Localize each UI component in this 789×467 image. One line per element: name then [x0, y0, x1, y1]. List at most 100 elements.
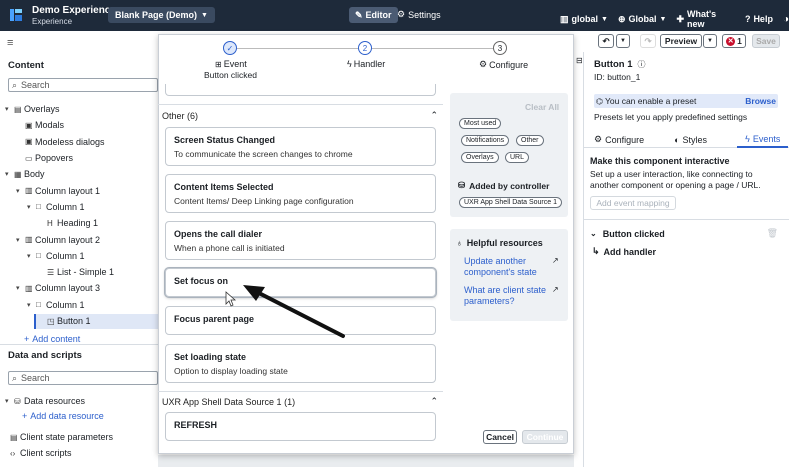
gear-icon: ⚙: [397, 9, 406, 19]
step-3-label: Configure: [489, 59, 529, 70]
tree-item[interactable]: ▣ Modeless dialogs: [5, 134, 160, 150]
group-other-header[interactable]: Other (6) ⌃: [162, 110, 438, 121]
canvas-area: [158, 455, 574, 467]
caret-down-icon[interactable]: ▾: [27, 252, 36, 260]
tree-item[interactable]: ◳ Button 1: [5, 313, 160, 329]
app-title: Demo Experience: [32, 5, 116, 16]
theme-toggle-icon[interactable]: ◑: [783, 14, 789, 25]
event-card[interactable]: Opens the call dialer When a phone call …: [165, 221, 436, 260]
modal-divider: [158, 391, 443, 392]
data-resources-item[interactable]: ▾ ⛁ Data resources: [5, 393, 85, 409]
tree-item[interactable]: ☰ List - Simple 1: [5, 264, 160, 280]
tree-item[interactable]: ▾ ▦ Body: [5, 166, 160, 182]
editor-tab[interactable]: ✎ Editor: [349, 7, 398, 23]
add-handler-label: Add handler: [603, 246, 657, 257]
lightbulb-icon: ♁: [456, 238, 463, 248]
preview-menu-button[interactable]: ▼: [703, 34, 717, 48]
group-uxr-header[interactable]: UXR App Shell Data Source 1 (1) ⌃: [162, 396, 438, 407]
tree-item[interactable]: ▾ □ Column 1: [5, 199, 160, 215]
filter-chip[interactable]: Other: [516, 135, 544, 146]
tab-configure[interactable]: ⚙ Configure: [594, 133, 644, 147]
gear-icon: ⚙: [479, 59, 488, 69]
tree-item[interactable]: ▾ ▥ Column layout 2: [5, 231, 160, 247]
caret-down-icon[interactable]: ▾: [16, 187, 25, 195]
scope-selector[interactable]: ▥ global ▼: [560, 14, 608, 25]
tree-item[interactable]: H Heading 1: [5, 215, 160, 231]
code-icon: ‹›: [10, 448, 16, 458]
event-card[interactable]: Screen Status Changed To communicate the…: [165, 127, 436, 166]
tree-item[interactable]: ▾ □ Column 1: [5, 248, 160, 264]
help-link[interactable]: ? Help: [745, 14, 773, 24]
tree-item-label: Modals: [35, 120, 65, 131]
controller-chip[interactable]: UXR App Shell Data Source 1: [459, 197, 562, 208]
step-3-label-row: ⚙ Configure: [479, 59, 528, 70]
step-3-circle[interactable]: 3: [493, 41, 507, 55]
add-content-link[interactable]: + Add content: [24, 334, 80, 344]
caret-down-icon[interactable]: ▾: [27, 301, 36, 309]
caret-down-icon[interactable]: ▾: [16, 284, 25, 292]
cancel-button[interactable]: Cancel: [483, 430, 517, 444]
add-event-mapping-button[interactable]: Add event mapping: [590, 196, 676, 210]
step-1-label-row: ⊞ Event: [215, 59, 247, 69]
tree-item[interactable]: ▾ ▥ Column layout 1: [5, 182, 160, 198]
continue-button[interactable]: Continue: [522, 430, 568, 444]
content-search-input[interactable]: ⌕ Search: [8, 78, 158, 92]
filter-chip[interactable]: Notifications: [461, 135, 510, 146]
component-id: ID: button_1: [594, 72, 641, 82]
filter-chip[interactable]: URL: [505, 152, 530, 163]
tree-node-icon: H: [47, 218, 53, 228]
preview-button[interactable]: Preview: [660, 34, 702, 48]
add-data-resource-link[interactable]: + Add data resource: [22, 411, 104, 421]
tree-item[interactable]: ▾ □ Column 1: [5, 297, 160, 313]
global-menu[interactable]: ⊕ Global ▼: [618, 14, 667, 25]
undo-menu-button[interactable]: ▼: [616, 34, 630, 48]
redo-button[interactable]: ↷: [640, 34, 656, 48]
client-state-item[interactable]: ▤ Client state parameters: [10, 429, 113, 445]
tab-events[interactable]: ϟ Events: [737, 132, 789, 148]
tree-item[interactable]: ▾ ▥ Column layout 3: [5, 280, 160, 296]
gear-icon: ⚙: [594, 134, 603, 144]
whats-new-link[interactable]: ✚ What's new: [676, 9, 734, 29]
error-count: 1: [737, 36, 742, 46]
tab-styles[interactable]: ◐ Styles: [674, 133, 707, 147]
button-clicked-event[interactable]: ⌄ Button clicked 🗑: [590, 228, 778, 239]
app-logo-icon: [8, 7, 24, 23]
tree-item[interactable]: ▣ Modals: [5, 117, 160, 133]
menu-icon[interactable]: ≡: [7, 37, 13, 49]
event-card[interactable]: Set loading state Option to display load…: [165, 344, 436, 383]
page-selector[interactable]: Blank Page (Demo) ▼: [108, 7, 215, 23]
data-search-input[interactable]: ⌕ Search: [8, 371, 158, 385]
chevron-down-icon: ▼: [707, 38, 713, 44]
client-state-label: Client state parameters: [20, 432, 114, 442]
tree-item[interactable]: ▾ ▤ Overlays: [5, 101, 160, 117]
right-divider: [584, 219, 789, 220]
settings-tab[interactable]: ⚙ Settings: [397, 9, 441, 20]
tree-node-icon: □: [36, 300, 41, 310]
panel-toggle-icon[interactable]: ⊟: [576, 56, 583, 65]
annotation-arrow: [225, 285, 345, 338]
help-link-client-state[interactable]: What are client state parameters?: [464, 285, 548, 307]
browse-link[interactable]: Browse: [745, 96, 776, 106]
refresh-card[interactable]: REFRESH: [165, 412, 436, 441]
step-connector: [237, 48, 358, 49]
client-scripts-item[interactable]: ‹› Client scripts: [10, 445, 72, 461]
add-handler-button[interactable]: ↳ Add handler: [592, 246, 656, 257]
event-card[interactable]: Content Items Selected Content Items/ De…: [165, 174, 436, 213]
filter-chip[interactable]: Most used: [459, 118, 502, 129]
filter-chip[interactable]: Overlays: [461, 152, 499, 163]
save-button[interactable]: Save: [752, 34, 780, 48]
caret-down-icon[interactable]: ▾: [27, 203, 36, 211]
info-icon[interactable]: ⓘ: [638, 59, 646, 70]
step-1-check-icon[interactable]: ✓: [223, 41, 237, 55]
trash-icon[interactable]: 🗑: [767, 228, 778, 239]
help-link-update-state[interactable]: Update another component's state: [464, 256, 548, 278]
chevron-down-icon: ▼: [601, 15, 608, 23]
clear-all-button[interactable]: Clear All: [525, 102, 559, 112]
caret-down-icon[interactable]: ▾: [16, 236, 25, 244]
step-2-circle[interactable]: 2: [358, 41, 372, 55]
undo-button[interactable]: ↶: [598, 34, 614, 48]
caret-down-icon[interactable]: ▾: [5, 170, 14, 178]
tree-item[interactable]: ▭ Popovers: [5, 150, 160, 166]
error-indicator[interactable]: ✕ 1: [722, 34, 746, 48]
caret-down-icon[interactable]: ▾: [5, 105, 14, 113]
